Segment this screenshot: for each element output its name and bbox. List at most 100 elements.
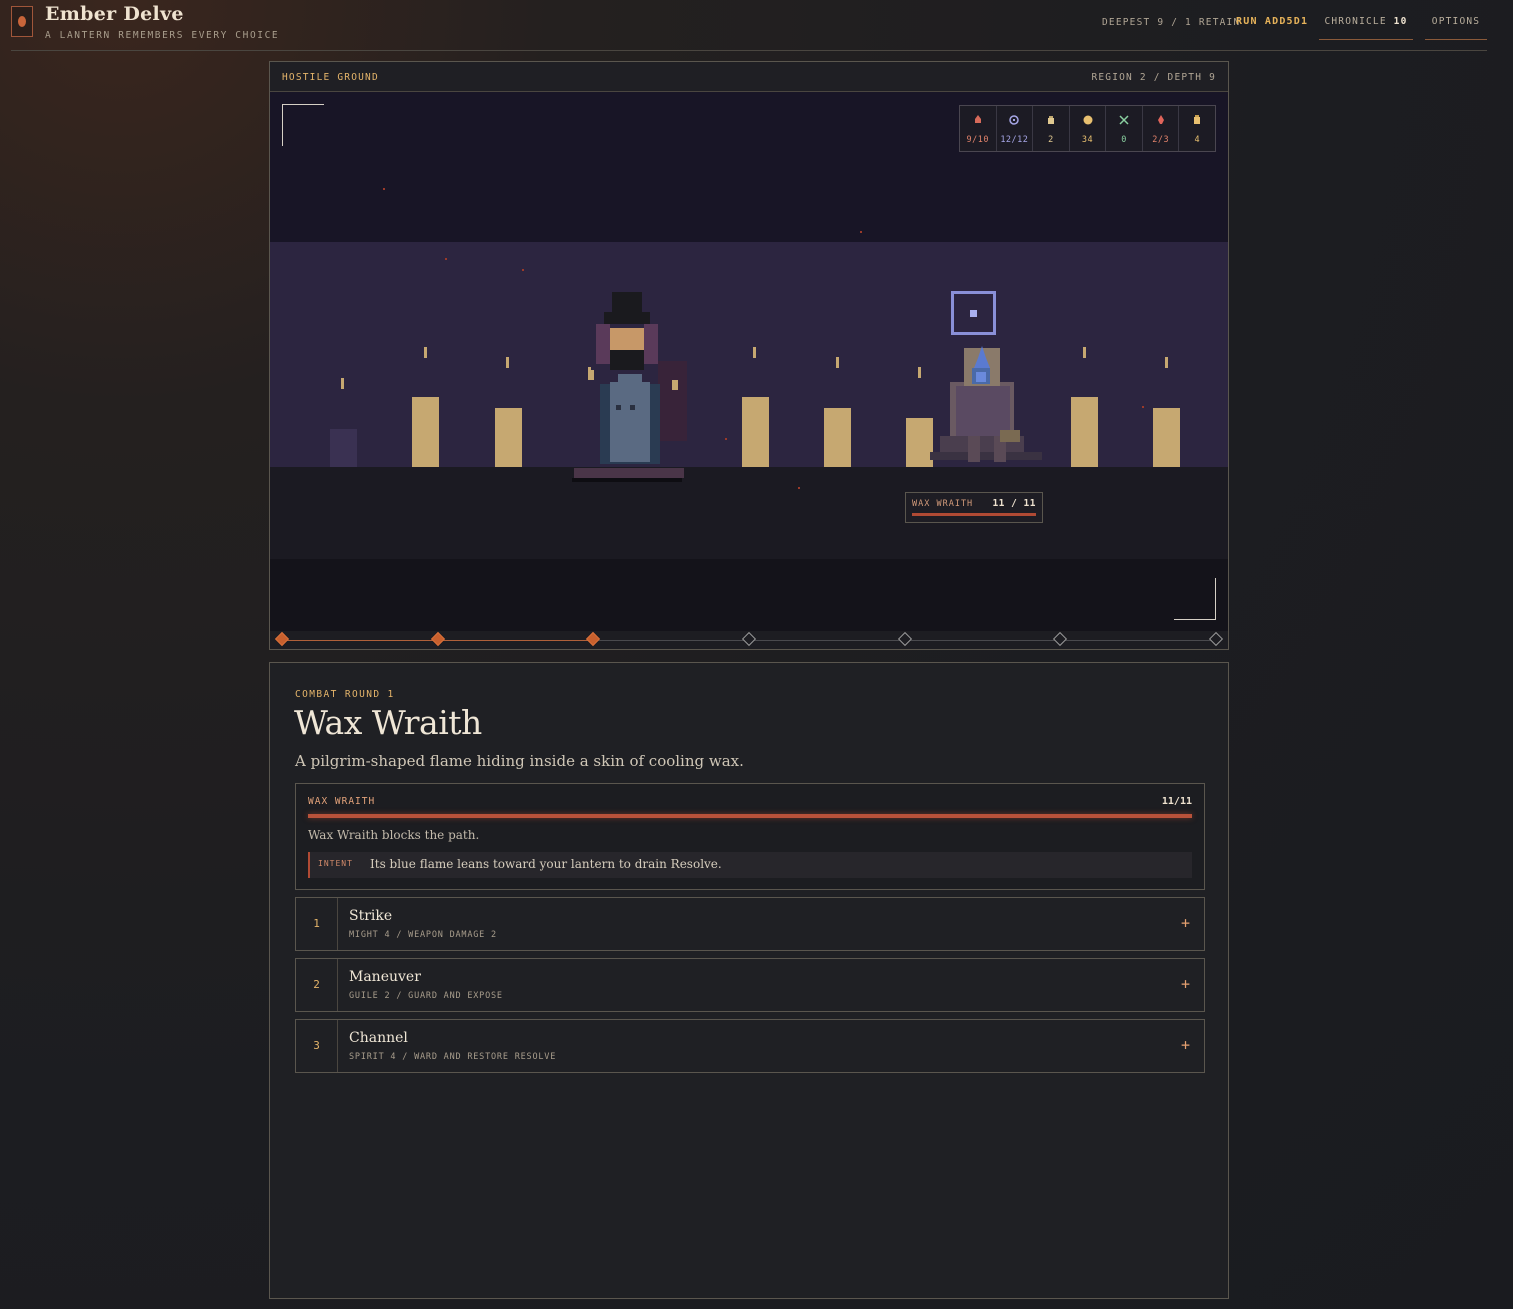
stat-health: 9/10 [960, 106, 997, 151]
enemy-nameplate: WAX WRAITH 11 / 11 [905, 492, 1043, 523]
enemy-intent: INTENT Its blue flame leans toward your … [308, 852, 1192, 878]
scene-panel: HOSTILE GROUND REGION 2 / DEPTH 9 9/10 1… [269, 61, 1229, 650]
ember-particle [1142, 406, 1144, 408]
app-title: Ember Delve [45, 3, 184, 25]
action-name: Channel [349, 1030, 408, 1046]
ember-particle [383, 188, 385, 190]
scene-tag: HOSTILE GROUND [282, 72, 379, 83]
deepest-readout: DEEPEST 9 / 1 RETAIN [1102, 17, 1241, 28]
stat-kills: 0 [1106, 106, 1143, 151]
candle-flame [836, 357, 839, 368]
action-detail: MIGHT 4 / WEAPON DAMAGE 2 [349, 930, 497, 940]
coin-icon [1083, 115, 1093, 125]
wax-wraith-sprite[interactable] [920, 290, 1050, 470]
stat-value: 2 [1048, 135, 1054, 145]
ember-particle [860, 231, 862, 233]
ember-particle [725, 438, 727, 440]
heart-flame-icon [974, 115, 981, 123]
action-name: Maneuver [349, 969, 421, 985]
intent-text: Its blue flame leans toward your lantern… [370, 857, 722, 871]
stat-value: 2/3 [1152, 135, 1170, 145]
scene-location: REGION 2 / DEPTH 9 [1091, 72, 1216, 83]
stat-value: 4 [1194, 135, 1201, 145]
plus-icon: + [1180, 914, 1190, 932]
ember-icon [1157, 115, 1164, 124]
top-bar: Ember Delve A LANTERN REMEMBERS EVERY CH… [11, 0, 1487, 51]
depth-progress-track [270, 631, 1228, 649]
action-strike-button[interactable]: 1 Strike MIGHT 4 / WEAPON DAMAGE 2 + [295, 897, 1205, 951]
intent-label: INTENT [318, 859, 353, 868]
action-name: Strike [349, 908, 393, 924]
action-number: 1 [296, 898, 338, 950]
run-id: RUN ADD5D1 [1236, 16, 1309, 27]
stat-value: 9/10 [966, 135, 990, 145]
ember-particle [445, 258, 447, 260]
enemy-nameplate-name: WAX WRAITH [912, 499, 974, 509]
candle [1153, 408, 1180, 467]
candle [1071, 397, 1098, 467]
player-lantern-sprite [572, 292, 687, 482]
supply-icon [1194, 115, 1201, 124]
stat-embers: 2/3 [1143, 106, 1180, 151]
stats-bar: 9/10 12/12 2 34 0 2/3 4 [959, 105, 1216, 152]
stat-coins: 34 [1070, 106, 1107, 151]
stat-supplies: 4 [1179, 106, 1215, 151]
enemy-nameplate-hp-bar [912, 513, 1036, 516]
stat-resolve: 12/12 [997, 106, 1034, 151]
candle [824, 408, 851, 467]
candle-flame [506, 357, 509, 368]
enemy-hp: 11/11 [1161, 796, 1192, 807]
encounter-panel: COMBAT ROUND 1 Wax Wraith A pilgrim-shap… [269, 662, 1229, 1299]
frame-corner [1174, 578, 1216, 620]
candle [412, 397, 439, 467]
candle [495, 408, 522, 467]
candle-stub [330, 429, 357, 467]
enemy-status-box: WAX WRAITH 11/11 Wax Wraith blocks the p… [295, 783, 1205, 890]
progress-node [897, 631, 912, 647]
candle-flame [753, 347, 756, 358]
candle-flame [1165, 357, 1168, 368]
scene-floor [270, 467, 1228, 559]
plus-icon: + [1180, 975, 1190, 993]
progress-node [741, 631, 757, 647]
enemy-status-text: Wax Wraith blocks the path. [308, 828, 480, 842]
stat-value: 12/12 [1000, 135, 1029, 145]
pouch-icon [1047, 116, 1054, 124]
frame-corner [282, 104, 324, 146]
app-subtitle: A LANTERN REMEMBERS EVERY CHOICE [45, 30, 280, 41]
action-detail: SPIRIT 4 / WARD AND RESTORE RESOLVE [349, 1052, 557, 1062]
candle-flame [424, 347, 427, 358]
encounter-description: A pilgrim-shaped flame hiding inside a s… [295, 752, 744, 770]
ember-particle [798, 487, 800, 489]
stat-value: 34 [1081, 135, 1094, 145]
progress-node [586, 631, 601, 647]
enemy-hp-bar [308, 814, 1192, 818]
action-number: 2 [296, 959, 338, 1011]
action-channel-button[interactable]: 3 Channel SPIRIT 4 / WARD AND RESTORE RE… [295, 1019, 1205, 1073]
candle-flame [1083, 347, 1086, 358]
chronicle-label: CHRONICLE [1324, 16, 1387, 27]
stat-value: 0 [1121, 135, 1127, 145]
encounter-title: Wax Wraith [294, 703, 482, 742]
chronicle-button[interactable]: CHRONICLE 10 [1319, 9, 1413, 40]
progress-node [1208, 631, 1224, 647]
progress-node [1053, 631, 1068, 647]
action-maneuver-button[interactable]: 2 Maneuver GUILE 2 / GUARD AND EXPOSE + [295, 958, 1205, 1012]
candle [742, 397, 769, 467]
scene-underfloor [270, 559, 1228, 631]
ember-particle [522, 269, 524, 271]
progress-node [274, 631, 290, 647]
stat-pouch: 2 [1033, 106, 1070, 151]
enemy-nameplate-hp: 11 / 11 [992, 498, 1036, 509]
crossed-swords-icon [1119, 115, 1129, 125]
progress-node [430, 631, 445, 647]
scene-header: HOSTILE GROUND REGION 2 / DEPTH 9 [270, 62, 1228, 92]
lantern-logo-icon [11, 6, 33, 37]
action-detail: GUILE 2 / GUARD AND EXPOSE [349, 991, 503, 1001]
spirit-icon [1009, 115, 1020, 125]
enemy-name: WAX WRAITH [308, 796, 376, 807]
plus-icon: + [1180, 1036, 1190, 1054]
options-button[interactable]: OPTIONS [1425, 9, 1487, 40]
action-number: 3 [296, 1020, 338, 1072]
chronicle-count: 10 [1393, 16, 1408, 27]
